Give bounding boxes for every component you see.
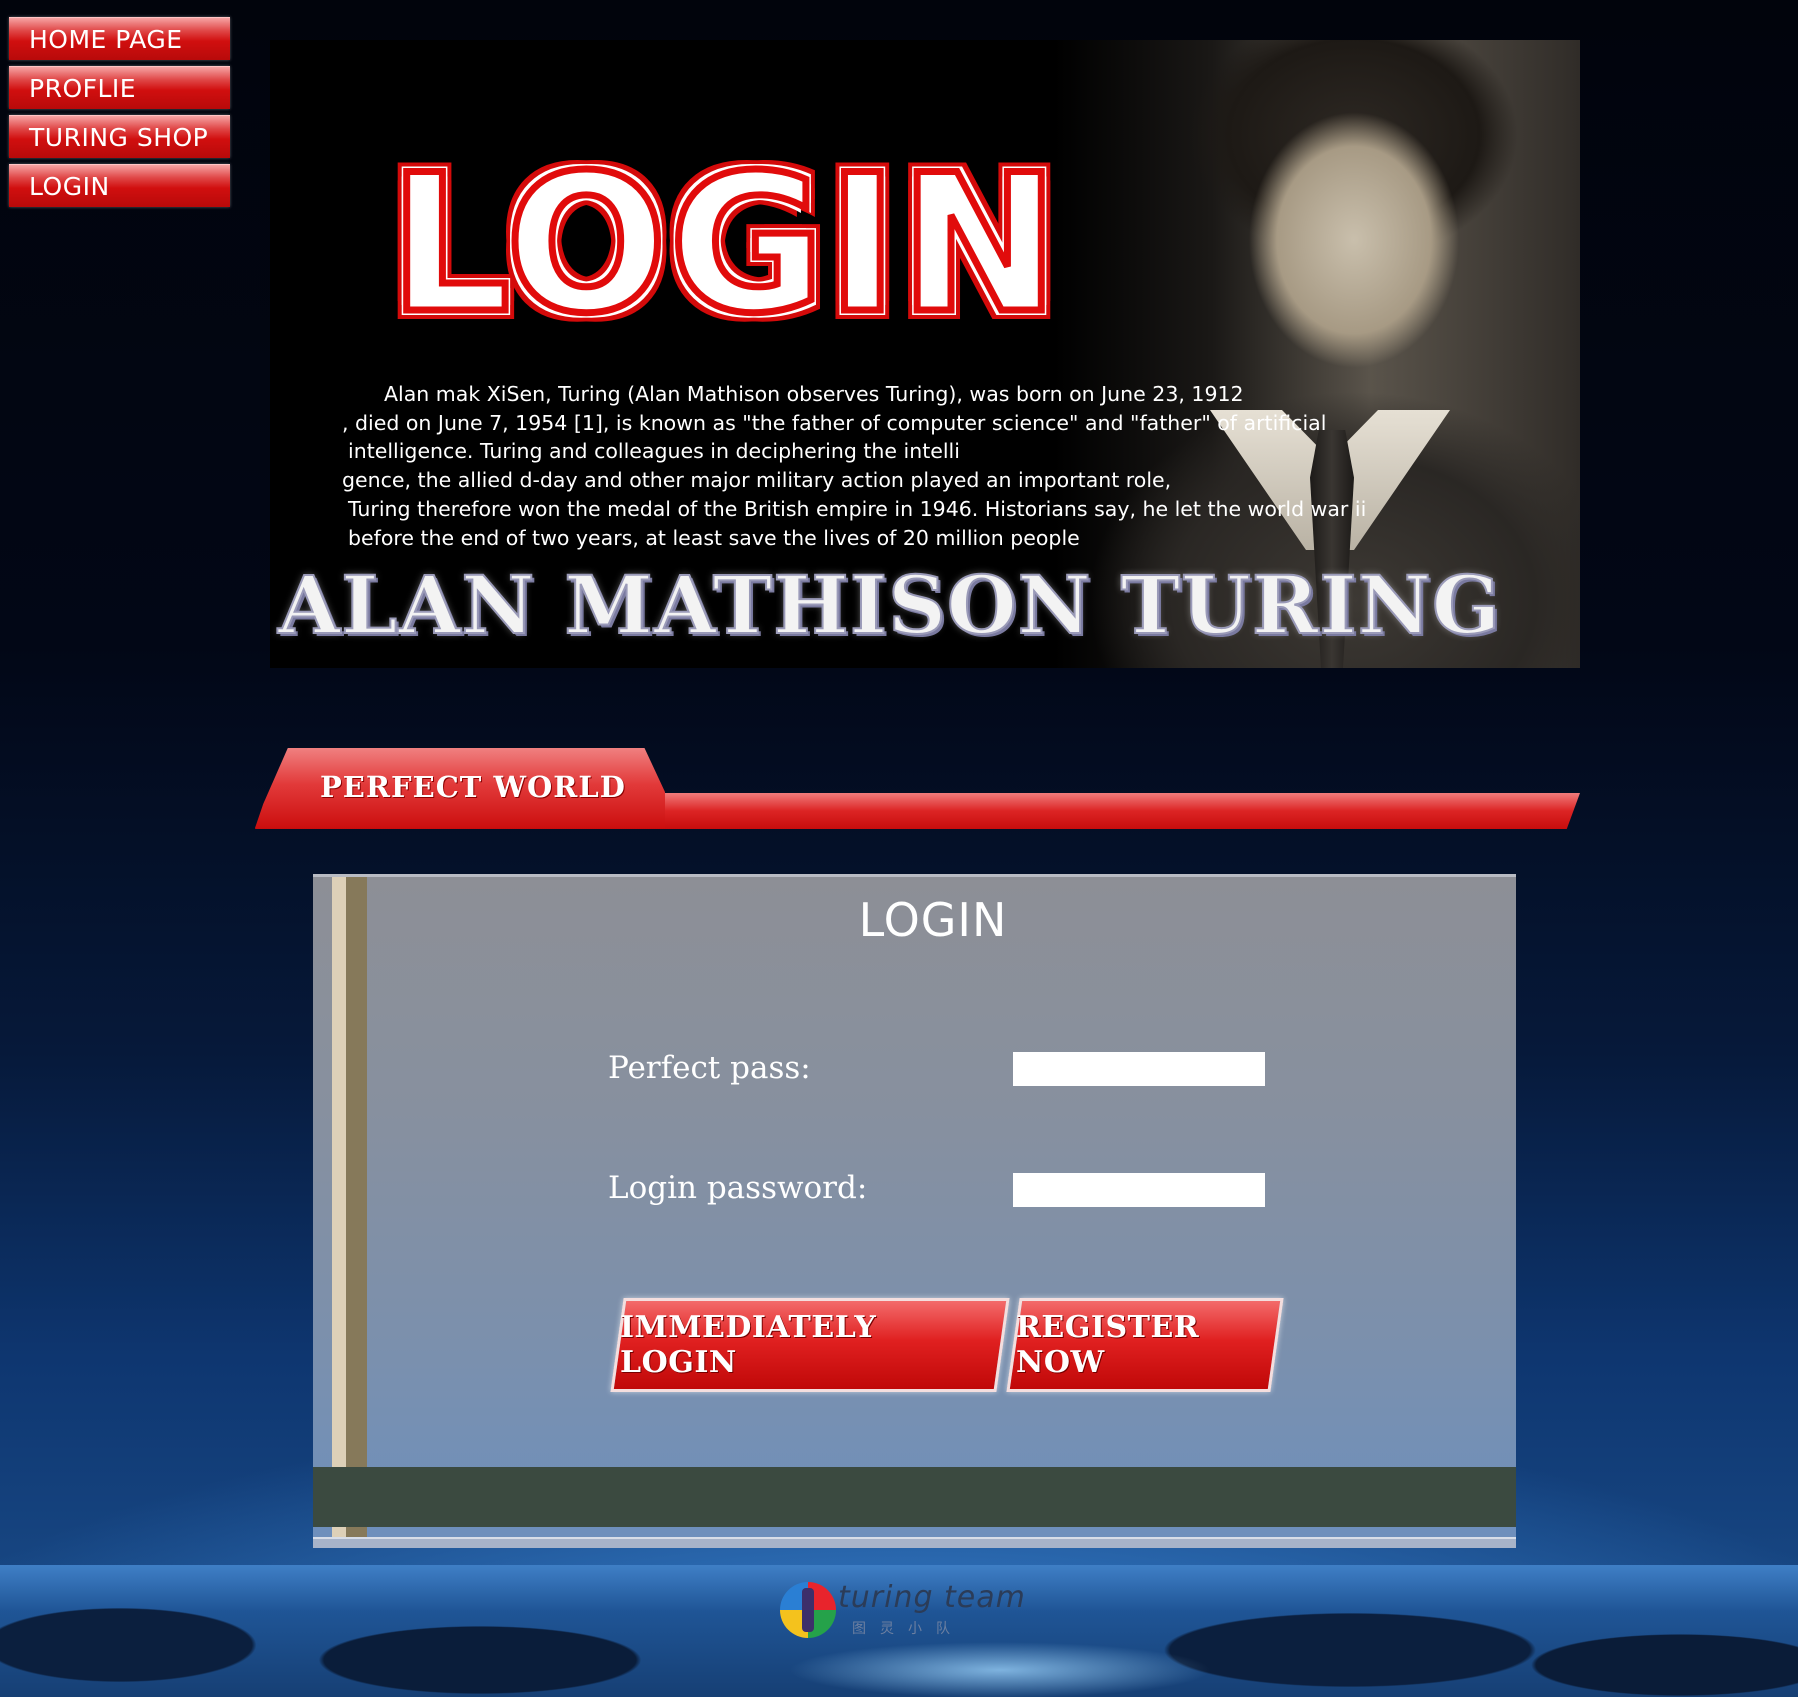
register-now-button[interactable]: REGISTER NOW xyxy=(1006,1298,1284,1392)
bio-line: intelligence. Turing and colleagues in d… xyxy=(348,439,960,464)
logo-sub-text: 图灵小队 xyxy=(852,1621,964,1637)
button-label: IMMEDIATELY LOGIN xyxy=(620,1310,877,1380)
panel-stripe xyxy=(332,877,346,1546)
nav-turing-shop[interactable]: TURING SHOP xyxy=(9,115,230,158)
nav-home-page[interactable]: HOME PAGE xyxy=(9,17,230,60)
nav-login[interactable]: LOGIN xyxy=(9,164,230,207)
panel-stripe xyxy=(346,877,367,1546)
bio-line: , died on June 7, 1954 [1], is known as … xyxy=(342,410,1327,435)
section-header: PERFECT WORLD xyxy=(255,748,1580,834)
login-logo: LOGIN xyxy=(386,134,1062,355)
logo-brand-text: turing team xyxy=(838,1580,1026,1615)
bio-text: Alan mak XiSen, Turing (Alan Mathison ob… xyxy=(342,380,1367,552)
login-title: LOGIN xyxy=(858,893,1008,947)
nav-item-label: PROFLIE xyxy=(29,74,137,103)
panel-bottom-edge xyxy=(313,1537,1516,1548)
hero-banner: LOGIN Alan mak XiSen, Turing (Alan Mathi… xyxy=(270,40,1580,668)
bio-line: Turing therefore won the medal of the Br… xyxy=(348,496,1367,521)
panel-footer-bar xyxy=(313,1467,1516,1527)
section-title: PERFECT WORLD xyxy=(320,770,626,804)
logo-i-icon xyxy=(802,1588,814,1632)
hero-name: ALAN MATHISON TURING xyxy=(277,558,1502,652)
nav-item-label: LOGIN xyxy=(29,172,110,201)
side-nav: HOME PAGE PROFLIE TURING SHOP LOGIN xyxy=(9,17,230,213)
bio-line: before the end of two years, at least sa… xyxy=(348,525,1080,550)
login-password-input[interactable] xyxy=(1013,1173,1265,1207)
perfect-pass-input[interactable] xyxy=(1013,1052,1265,1086)
nav-item-label: HOME PAGE xyxy=(29,25,183,54)
bio-line: Alan mak XiSen, Turing (Alan Mathison ob… xyxy=(384,382,1244,406)
nav-item-label: TURING SHOP xyxy=(29,123,209,152)
turing-team-logo: turing team 图灵小队 xyxy=(772,1578,1032,1646)
perfect-pass-label: Perfect pass: xyxy=(608,1050,811,1086)
button-label: REGISTER NOW xyxy=(1016,1310,1200,1380)
login-panel: LOGIN Perfect pass: Login password: IMME… xyxy=(313,874,1516,1548)
immediately-login-button[interactable]: IMMEDIATELY LOGIN xyxy=(610,1298,1010,1392)
login-password-label: Login password: xyxy=(608,1170,868,1206)
nav-profile[interactable]: PROFLIE xyxy=(9,66,230,109)
bio-line: gence, the allied d-day and other major … xyxy=(342,468,1172,493)
